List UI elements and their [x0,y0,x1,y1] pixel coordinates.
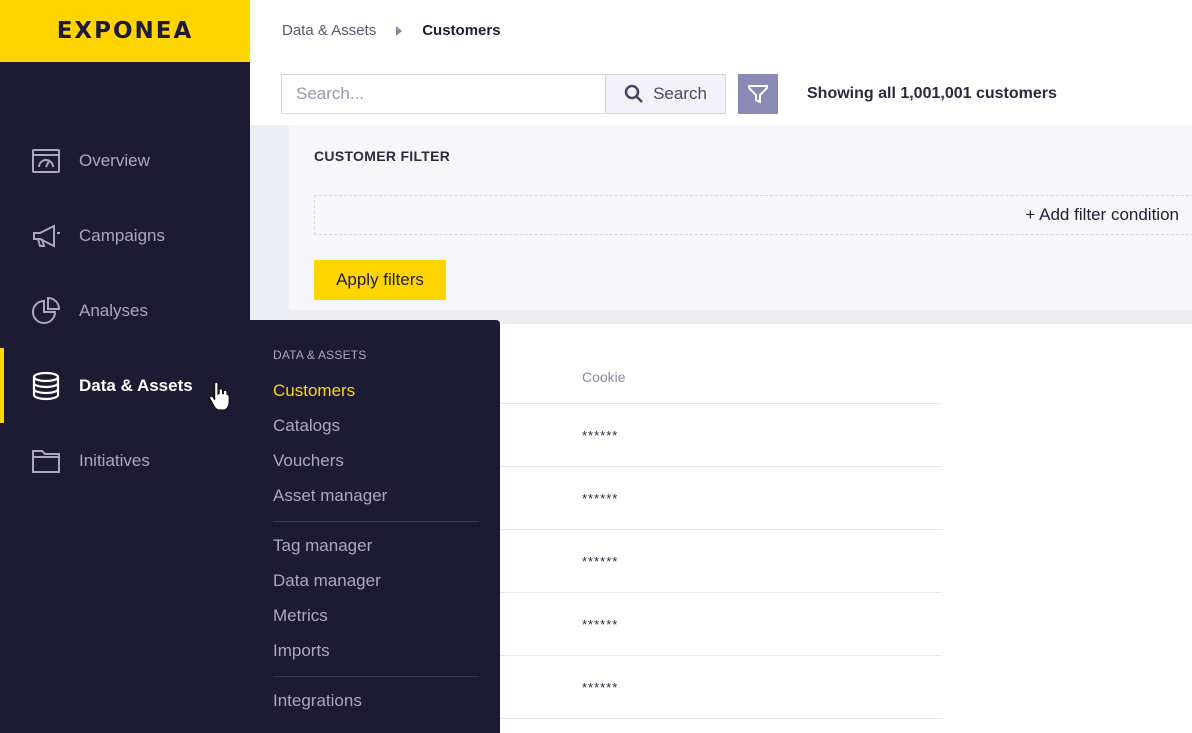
pie-chart-icon [30,295,62,327]
flyout-item-asset-manager[interactable]: Asset manager [273,486,387,506]
flyout-item-vouchers[interactable]: Vouchers [273,451,344,471]
filter-panel-wrapper: CUSTOMER FILTER + Add filter condition A… [250,125,1192,324]
data-assets-flyout-menu: DATA & ASSETS Customers Catalogs Voucher… [250,320,500,733]
search-icon [624,84,643,103]
exponea-logo[interactable]: EXPONEA [57,18,194,44]
search-input[interactable] [281,74,605,114]
cookie-cell: ****** [582,490,619,506]
cookie-cell: ****** [582,553,619,569]
add-filter-condition-button[interactable]: + Add filter condition [1025,205,1179,225]
customer-count: Showing all 1,001,001 customers [807,85,1057,102]
nav-item-overview[interactable]: Overview [0,123,250,198]
flyout-divider [273,676,479,677]
cookie-cell: ****** [582,616,619,632]
breadcrumb-separator-icon [396,25,403,36]
main-nav: Overview Campaigns Analyses Data & Asset… [0,123,250,498]
breadcrumb: Data & Assets Customers [282,22,501,39]
nav-label-data-assets: Data & Assets [79,375,193,395]
nav-item-initiatives[interactable]: Initiatives [0,423,250,498]
flyout-heading: DATA & ASSETS [273,348,367,362]
nav-label-analyses: Analyses [79,300,148,320]
dashboard-icon [30,145,62,177]
flyout-item-customers[interactable]: Customers [273,381,355,401]
flyout-item-tag-manager[interactable]: Tag manager [273,536,372,556]
search-button[interactable]: Search [605,74,726,114]
nav-item-campaigns[interactable]: Campaigns [0,198,250,273]
breadcrumb-current: Customers [422,22,501,39]
search-row: Search Showing all 1,001,001 customers [281,74,1057,114]
flyout-item-imports[interactable]: Imports [273,641,330,661]
column-header-cookie[interactable]: Cookie [582,369,626,385]
cookie-cell: ****** [582,679,619,695]
cookie-cell: ****** [582,427,619,443]
sidebar: EXPONEA Overview Campaigns Analyses Data… [0,0,250,733]
flyout-divider [273,521,479,522]
flyout-item-catalogs[interactable]: Catalogs [273,416,340,436]
hand-cursor-icon [210,381,230,411]
flyout-item-integrations[interactable]: Integrations [273,691,362,711]
nav-label-overview: Overview [79,150,150,170]
flyout-item-data-manager[interactable]: Data manager [273,571,381,591]
filter-title: CUSTOMER FILTER [314,148,451,164]
flyout-item-metrics[interactable]: Metrics [273,606,328,626]
filter-condition-area: + Add filter condition [314,195,1192,235]
search-button-label: Search [653,84,707,103]
apply-filters-button[interactable]: Apply filters [314,260,446,300]
nav-label-initiatives: Initiatives [79,450,150,470]
logo-bar[interactable]: EXPONEA [0,0,250,62]
filter-toggle-button[interactable] [738,74,778,114]
breadcrumb-data-assets[interactable]: Data & Assets [282,22,376,39]
database-icon [30,370,62,402]
nav-label-campaigns: Campaigns [79,225,165,245]
customer-filter-panel: CUSTOMER FILTER + Add filter condition A… [289,125,1192,310]
nav-item-analyses[interactable]: Analyses [0,273,250,348]
funnel-icon [748,85,768,104]
folder-icon [30,445,62,477]
megaphone-icon [30,220,62,252]
